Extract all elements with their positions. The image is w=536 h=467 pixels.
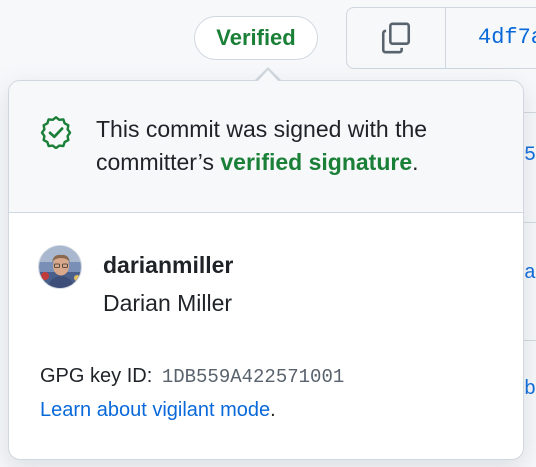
- signer-info: darianmiller Darian Miller: [38, 245, 233, 317]
- commit-page: Verified 4df7a 51 a7 bf This commit was …: [0, 0, 536, 467]
- commit-sha-button-group: 4df7a: [346, 7, 536, 69]
- signer-full-name: Darian Miller: [103, 290, 233, 316]
- verified-signature-text: verified signature: [220, 149, 413, 175]
- gpg-key-label: GPG key ID:: [40, 365, 153, 387]
- gpg-key-id: 1DB559A422571001: [161, 366, 345, 388]
- commit-sha-link[interactable]: 4df7a: [446, 8, 536, 68]
- avatar-image: [39, 246, 81, 288]
- background-commit-sha[interactable]: 51: [524, 144, 536, 167]
- signature-message: This commit was signed with the committe…: [96, 113, 496, 179]
- verified-check-icon: [40, 116, 72, 149]
- signature-popover: This commit was signed with the committe…: [8, 80, 524, 460]
- copy-icon: [381, 22, 411, 54]
- background-commit-sha[interactable]: a7: [524, 262, 536, 285]
- user-avatar[interactable]: [38, 245, 82, 289]
- gpg-key-line: GPG key ID: 1DB559A422571001: [40, 365, 344, 388]
- verified-badge[interactable]: Verified: [194, 16, 318, 60]
- learn-more-line: Learn about vigilant mode.: [40, 399, 276, 422]
- copy-sha-button[interactable]: [347, 8, 446, 68]
- learn-vigilant-mode-link[interactable]: Learn about vigilant mode: [40, 399, 270, 421]
- signature-message-end: .: [412, 149, 419, 175]
- popover-caret-fill: [257, 70, 279, 82]
- signer-username-link[interactable]: darianmiller: [103, 251, 233, 279]
- learn-more-end: .: [270, 399, 276, 421]
- popover-header: This commit was signed with the committe…: [9, 81, 523, 213]
- signer-names: darianmiller Darian Miller: [103, 251, 233, 317]
- background-commit-sha[interactable]: bf: [524, 378, 536, 401]
